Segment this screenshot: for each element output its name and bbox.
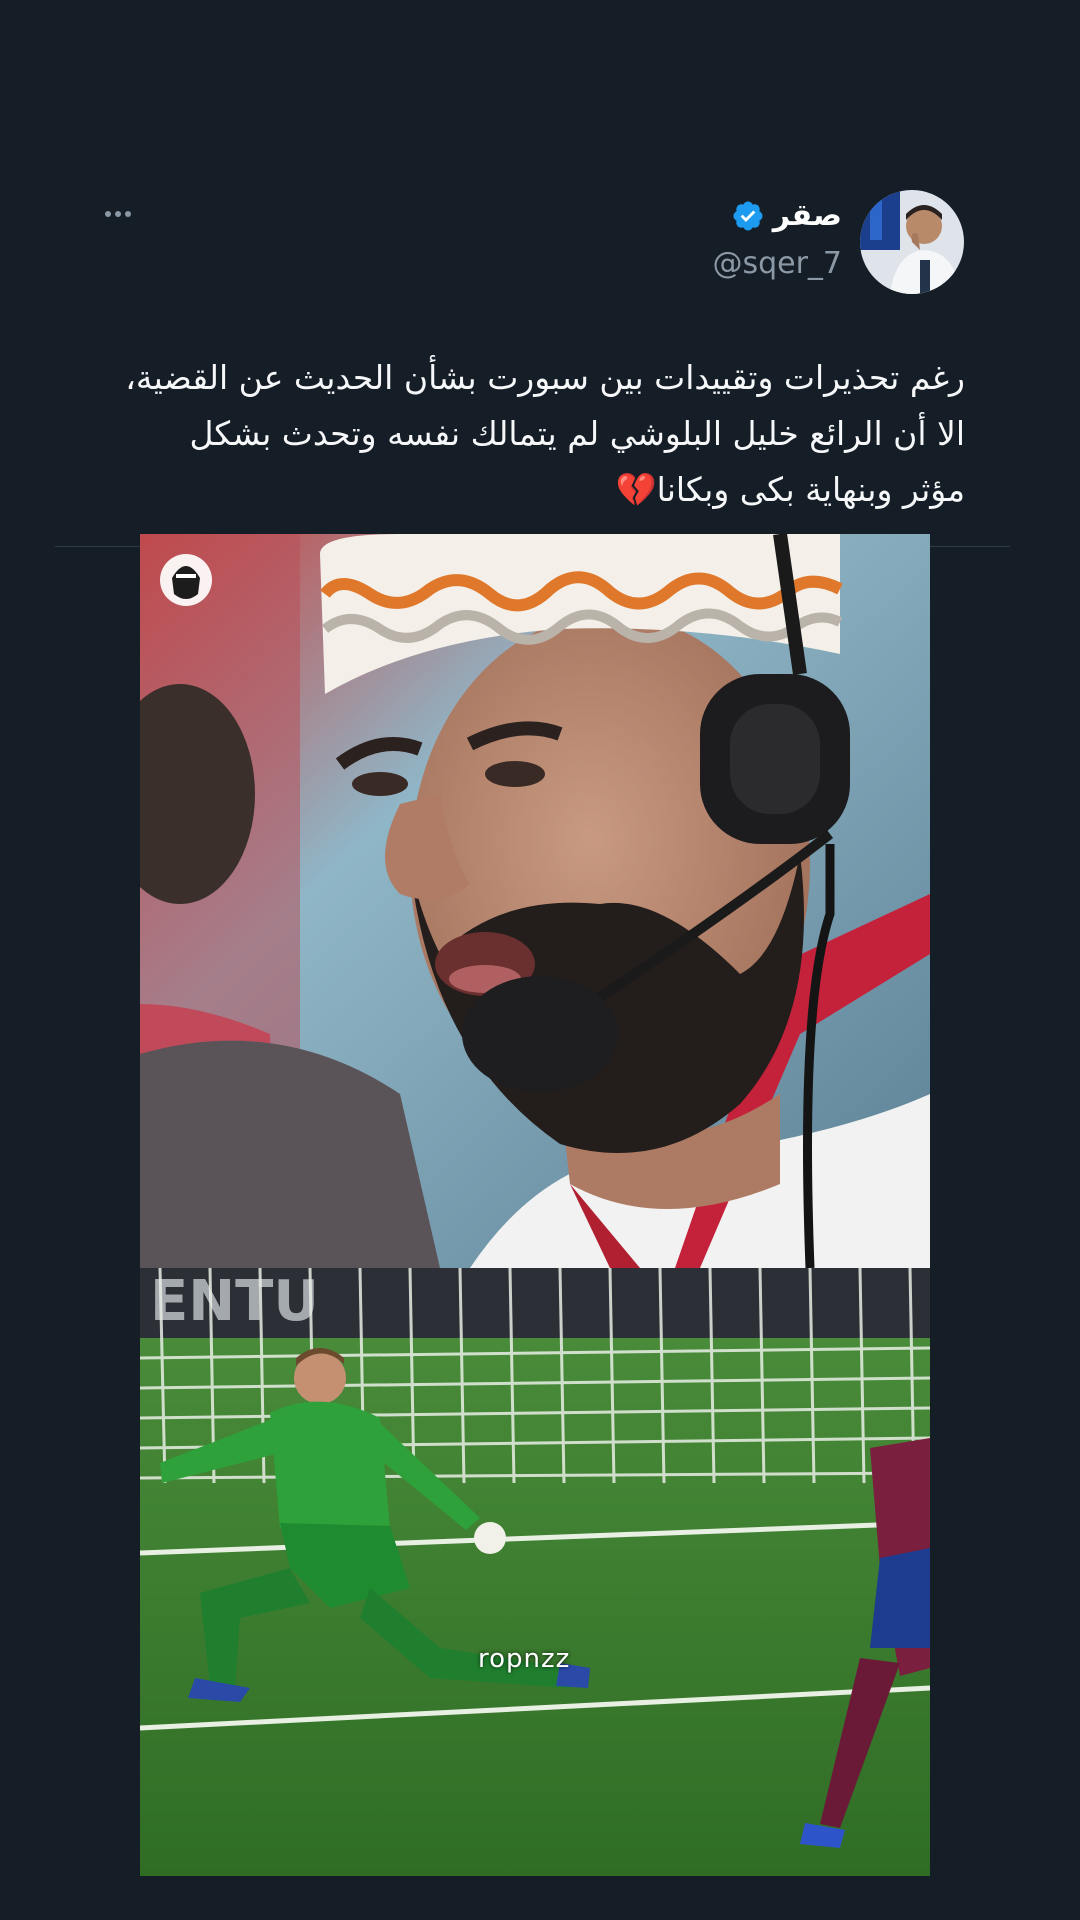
media-watermark: ropnzz (478, 1644, 571, 1674)
channel-logo-icon (160, 554, 212, 606)
author-name-row: صقر (731, 198, 842, 233)
tweet-media[interactable]: ENTU ropnzz (140, 534, 930, 1876)
user-handle[interactable]: @sqer_7 (712, 246, 842, 281)
svg-text:ENTU: ENTU (150, 1269, 319, 1334)
tweet-text: رغم تحذيرات وتقييدات بين سبورت بشأن الحد… (125, 358, 965, 509)
more-options-button[interactable] (100, 200, 136, 228)
commentator-photo (140, 534, 930, 1268)
more-dot-icon (105, 211, 111, 217)
verified-badge-icon (733, 200, 763, 231)
more-dot-icon (115, 211, 121, 217)
display-name[interactable]: صقر (773, 198, 842, 233)
goalkeeper-photo: ENTU (140, 1268, 930, 1876)
avatar[interactable] (860, 190, 964, 294)
more-dot-icon (125, 211, 131, 217)
